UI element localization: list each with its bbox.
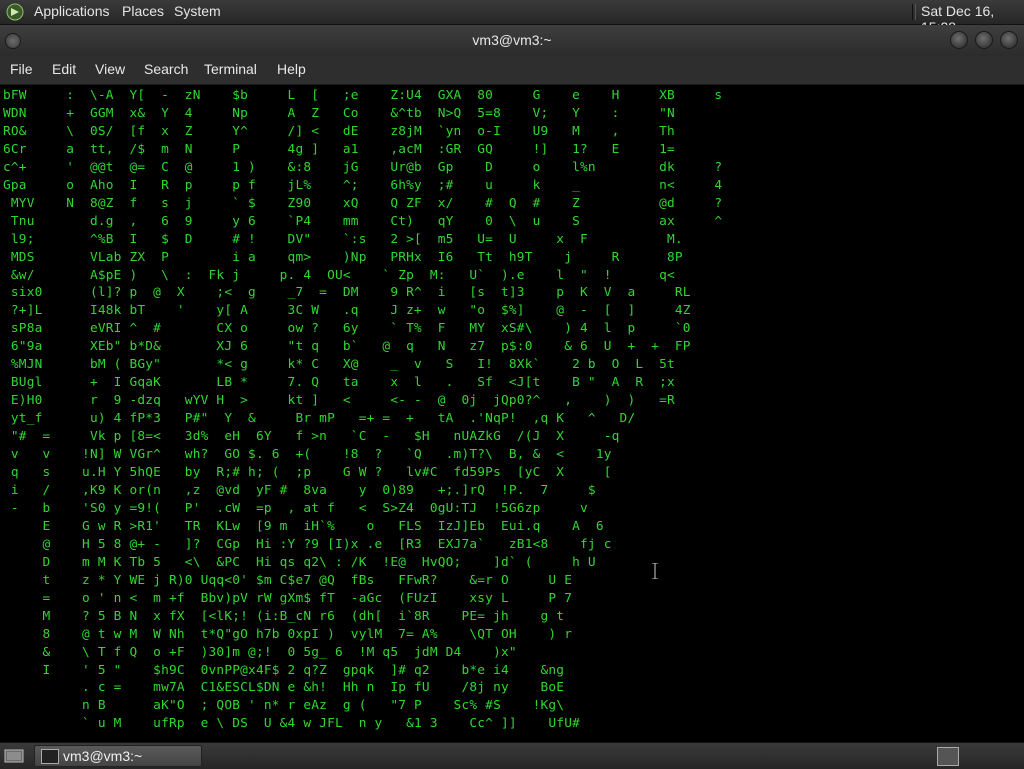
menu-edit[interactable]: Edit <box>52 61 76 77</box>
terminal-area[interactable]: bFW : \-A Y[ - zN $b L [ ;e Z:U4 GXA 80 … <box>0 85 1024 742</box>
menu-bar: File Edit View Search Terminal Help <box>0 56 1024 85</box>
window-title-bar[interactable]: vm3@vm3:~ <box>0 25 1024 56</box>
terminal-output: bFW : \-A Y[ - zN $b L [ ;e Z:U4 GXA 80 … <box>3 88 723 732</box>
taskbar-window-button[interactable]: vm3@vm3:~ <box>34 745 202 767</box>
menu-search[interactable]: Search <box>144 61 188 77</box>
bottom-panel: vm3@vm3:~ <box>0 742 1024 769</box>
top-panel: Applications Places System Sat Dec 16, 1… <box>0 0 1024 35</box>
places-menu[interactable]: Places <box>122 3 164 19</box>
terminal-icon <box>41 749 59 764</box>
close-button[interactable] <box>1000 31 1018 49</box>
show-desktop-icon[interactable] <box>4 748 24 764</box>
minimize-button[interactable] <box>950 31 968 49</box>
maximize-button[interactable] <box>975 31 993 49</box>
panel-separator <box>912 4 916 20</box>
menu-help[interactable]: Help <box>277 61 306 77</box>
menu-terminal[interactable]: Terminal <box>204 61 257 77</box>
system-menu[interactable]: System <box>174 3 221 19</box>
applications-menu[interactable]: Applications <box>34 3 110 19</box>
menu-view[interactable]: View <box>95 61 125 77</box>
window-title: vm3@vm3:~ <box>472 32 552 48</box>
mouse-cursor-icon <box>652 563 658 579</box>
menu-file[interactable]: File <box>10 61 33 77</box>
taskbar-window-label: vm3@vm3:~ <box>63 748 143 764</box>
applications-logo-icon[interactable] <box>6 3 24 21</box>
workspace-switcher[interactable] <box>937 747 959 766</box>
